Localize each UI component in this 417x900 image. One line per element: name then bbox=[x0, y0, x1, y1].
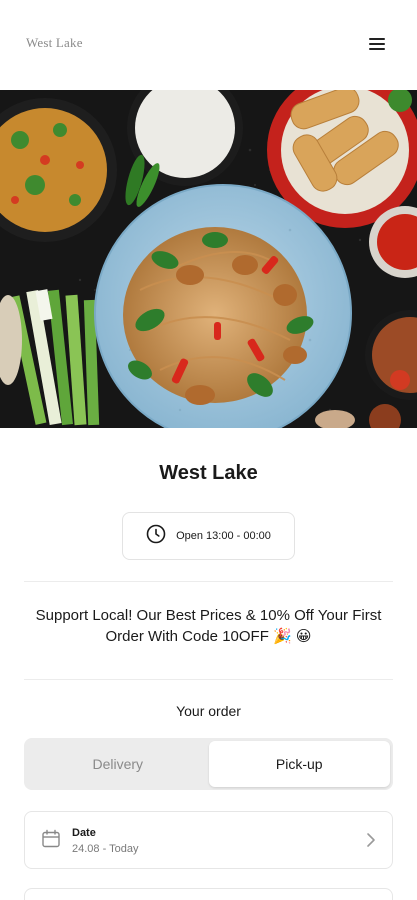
promo-message: Support Local! Our Best Prices & 10% Off… bbox=[35, 607, 382, 645]
app-header: West Lake bbox=[0, 0, 417, 90]
hero-food-image bbox=[0, 90, 417, 428]
your-order-heading: Your order bbox=[176, 703, 241, 719]
section-divider bbox=[24, 581, 393, 582]
clock-icon bbox=[146, 524, 166, 549]
brand-logo[interactable]: West Lake bbox=[26, 35, 83, 51]
chevron-right-icon bbox=[365, 832, 377, 853]
date-selector[interactable]: Date 24.08 - Today bbox=[24, 811, 393, 869]
pickup-option[interactable]: Pick-up bbox=[208, 741, 390, 787]
opening-hours-badge: Open 13:00 - 00:00 bbox=[122, 512, 295, 560]
calendar-icon bbox=[41, 829, 61, 854]
restaurant-title: West Lake bbox=[159, 462, 258, 484]
section-divider bbox=[24, 679, 393, 680]
next-option-card[interactable] bbox=[24, 888, 393, 900]
date-value: 24.08 - Today bbox=[72, 843, 139, 855]
hamburger-menu-icon[interactable] bbox=[366, 34, 388, 54]
order-mode-toggle: Delivery Pick-up bbox=[24, 738, 393, 790]
delivery-option[interactable]: Delivery bbox=[27, 741, 209, 787]
opening-hours-text: Open 13:00 - 00:00 bbox=[176, 530, 271, 542]
date-label: Date bbox=[72, 827, 96, 839]
